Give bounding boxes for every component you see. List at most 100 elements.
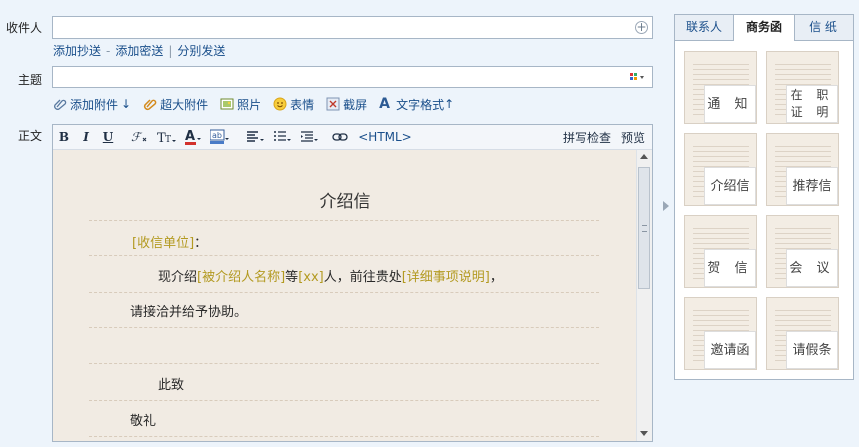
scissors-icon bbox=[326, 97, 340, 111]
letter-request-line: 请接洽并给予协助。 bbox=[130, 305, 248, 320]
rule-line bbox=[89, 255, 599, 256]
photo-label: 照片 bbox=[237, 97, 262, 112]
template-recommendation[interactable]: 推荐信 bbox=[766, 133, 839, 206]
smiley-icon bbox=[273, 97, 287, 111]
collapse-panel-icon[interactable] bbox=[663, 201, 669, 211]
list-icon[interactable] bbox=[273, 128, 293, 146]
rule-line bbox=[89, 327, 599, 328]
closing-line-2: 敬礼 bbox=[130, 414, 157, 429]
recipient-input[interactable]: + bbox=[52, 16, 653, 39]
separator: - bbox=[106, 44, 111, 58]
svg-text:T: T bbox=[165, 135, 171, 144]
subject-label: 主题 bbox=[18, 73, 43, 87]
rule-line bbox=[89, 400, 599, 401]
highlight-icon[interactable]: ab bbox=[210, 128, 230, 146]
recipient-label: 收件人 bbox=[6, 21, 43, 35]
cc-links: 添加抄送 - 添加密送 | 分别发送 bbox=[53, 42, 225, 59]
emoji-label: 表情 bbox=[290, 97, 315, 112]
large-attachment-button[interactable]: 超大附件 bbox=[143, 96, 208, 113]
recipient-suffix: ： bbox=[194, 236, 208, 251]
add-cc-link[interactable]: 添加抄送 bbox=[53, 44, 101, 58]
spellcheck-button[interactable]: 拼写检查 bbox=[561, 128, 613, 146]
down-arrow-icon[interactable]: ↓ bbox=[121, 97, 131, 111]
template-leave-request[interactable]: 请假条 bbox=[766, 297, 839, 370]
line2-suffix: ， bbox=[489, 270, 503, 285]
introducee-placeholder: [被介绍人名称] bbox=[197, 270, 286, 285]
text-format-button[interactable]: A 文字格式 ↑ bbox=[379, 96, 454, 113]
rule-line bbox=[89, 292, 599, 293]
svg-text:A: A bbox=[185, 129, 195, 144]
recipient-placeholder: [收信单位] bbox=[132, 236, 195, 251]
font-size-icon[interactable]: TT bbox=[157, 128, 177, 146]
template-notice[interactable]: 通 知 bbox=[684, 51, 757, 124]
tab-stationery[interactable]: 信 纸 bbox=[793, 15, 853, 40]
count-placeholder: [xx] bbox=[298, 270, 324, 285]
text-format-icon: A bbox=[379, 96, 390, 112]
line2-mid1: 等 bbox=[285, 270, 299, 285]
letter-title: 介绍信 bbox=[319, 192, 371, 212]
template-label: 通 知 bbox=[704, 85, 756, 123]
line2-prefix: 现介绍 bbox=[158, 270, 198, 285]
add-contact-icon[interactable]: + bbox=[635, 21, 648, 34]
separator: | bbox=[168, 44, 173, 58]
scroll-down-icon[interactable] bbox=[640, 431, 648, 436]
template-label: 贺 信 bbox=[704, 249, 756, 287]
screenshot-label: 截屏 bbox=[343, 97, 368, 112]
align-icon[interactable] bbox=[246, 128, 266, 146]
attach-bar: 添加附件 ↓ 超大附件 照片 表情 截屏 A 文字格式 ↑ bbox=[53, 95, 466, 113]
rule-line bbox=[89, 436, 599, 437]
line2-mid2: 人，前往贵处 bbox=[323, 270, 402, 285]
subject-input[interactable] bbox=[52, 66, 653, 88]
screenshot-button[interactable]: 截屏 bbox=[326, 96, 367, 113]
template-label: 推荐信 bbox=[786, 167, 838, 205]
large-attachment-icon bbox=[143, 97, 157, 111]
panel-tabs: 联系人 商务函 信 纸 bbox=[675, 15, 853, 41]
photo-icon bbox=[220, 97, 234, 111]
template-label: 会 议 bbox=[786, 249, 838, 287]
template-label: 邀请函 bbox=[704, 331, 756, 369]
rule-line bbox=[89, 220, 599, 221]
template-employment-proof[interactable]: 在 职 证 明 bbox=[766, 51, 839, 124]
link-icon[interactable] bbox=[332, 128, 348, 146]
bold-button[interactable]: B bbox=[57, 128, 71, 146]
letter-recipient: [收信单位]： bbox=[132, 232, 207, 251]
editor-scrollbar[interactable] bbox=[636, 150, 652, 441]
template-meeting[interactable]: 会 议 bbox=[766, 215, 839, 288]
scroll-up-icon[interactable] bbox=[640, 154, 648, 159]
add-attachment-label: 添加附件 bbox=[70, 97, 119, 112]
font-color-icon[interactable]: A bbox=[184, 128, 202, 146]
template-label: 介绍信 bbox=[704, 167, 756, 205]
paperclip-icon bbox=[53, 97, 67, 111]
letter-paper[interactable]: 介绍信 [收信单位]： 现介绍[被介绍人名称]等[xx]人，前往贵处[详细事项说… bbox=[53, 150, 637, 441]
tab-business-letter[interactable]: 商务函 bbox=[733, 15, 795, 41]
subject-color-picker-icon[interactable] bbox=[630, 72, 646, 82]
separate-send-link[interactable]: 分别发送 bbox=[177, 44, 225, 58]
letter-body-line: 现介绍[被介绍人名称]等[xx]人，前往贵处[详细事项说明]， bbox=[158, 266, 503, 285]
svg-text:ab: ab bbox=[212, 131, 222, 140]
html-mode-button[interactable]: <HTML> bbox=[357, 128, 413, 146]
scroll-thumb[interactable] bbox=[638, 167, 650, 289]
preview-button[interactable]: 预览 bbox=[619, 128, 647, 146]
template-invitation[interactable]: 邀请函 bbox=[684, 297, 757, 370]
emoji-button[interactable]: 表情 bbox=[273, 96, 314, 113]
add-bcc-link[interactable]: 添加密送 bbox=[115, 44, 163, 58]
underline-button[interactable]: U bbox=[101, 128, 115, 146]
large-attachment-label: 超大附件 bbox=[160, 97, 209, 112]
template-label: 请假条 bbox=[786, 331, 838, 369]
indent-icon[interactable] bbox=[300, 128, 320, 146]
photo-button[interactable]: 照片 bbox=[220, 96, 261, 113]
up-arrow-icon: ↑ bbox=[444, 97, 455, 111]
italic-button[interactable]: I bbox=[79, 128, 93, 146]
rule-line bbox=[89, 363, 599, 364]
font-family-icon[interactable]: ℱ bbox=[131, 128, 149, 146]
details-placeholder: [详细事项说明] bbox=[401, 270, 490, 285]
text-format-label: 文字格式 bbox=[396, 97, 445, 112]
tab-contacts[interactable]: 联系人 bbox=[675, 15, 733, 40]
template-introduction[interactable]: 介绍信 bbox=[684, 133, 757, 206]
add-attachment-button[interactable]: 添加附件 ↓ bbox=[53, 96, 131, 113]
template-congratulation[interactable]: 贺 信 bbox=[684, 215, 757, 288]
format-toolbar: B I U ℱ TT A ab <HTML> 拼写检查 预览 bbox=[53, 125, 652, 150]
template-panel: 联系人 商务函 信 纸 通 知 在 职 证 明 介绍信 推荐信 贺 信 会 议 … bbox=[674, 14, 854, 380]
template-label: 在 职 证 明 bbox=[786, 85, 838, 123]
svg-text:ℱ: ℱ bbox=[131, 130, 143, 144]
